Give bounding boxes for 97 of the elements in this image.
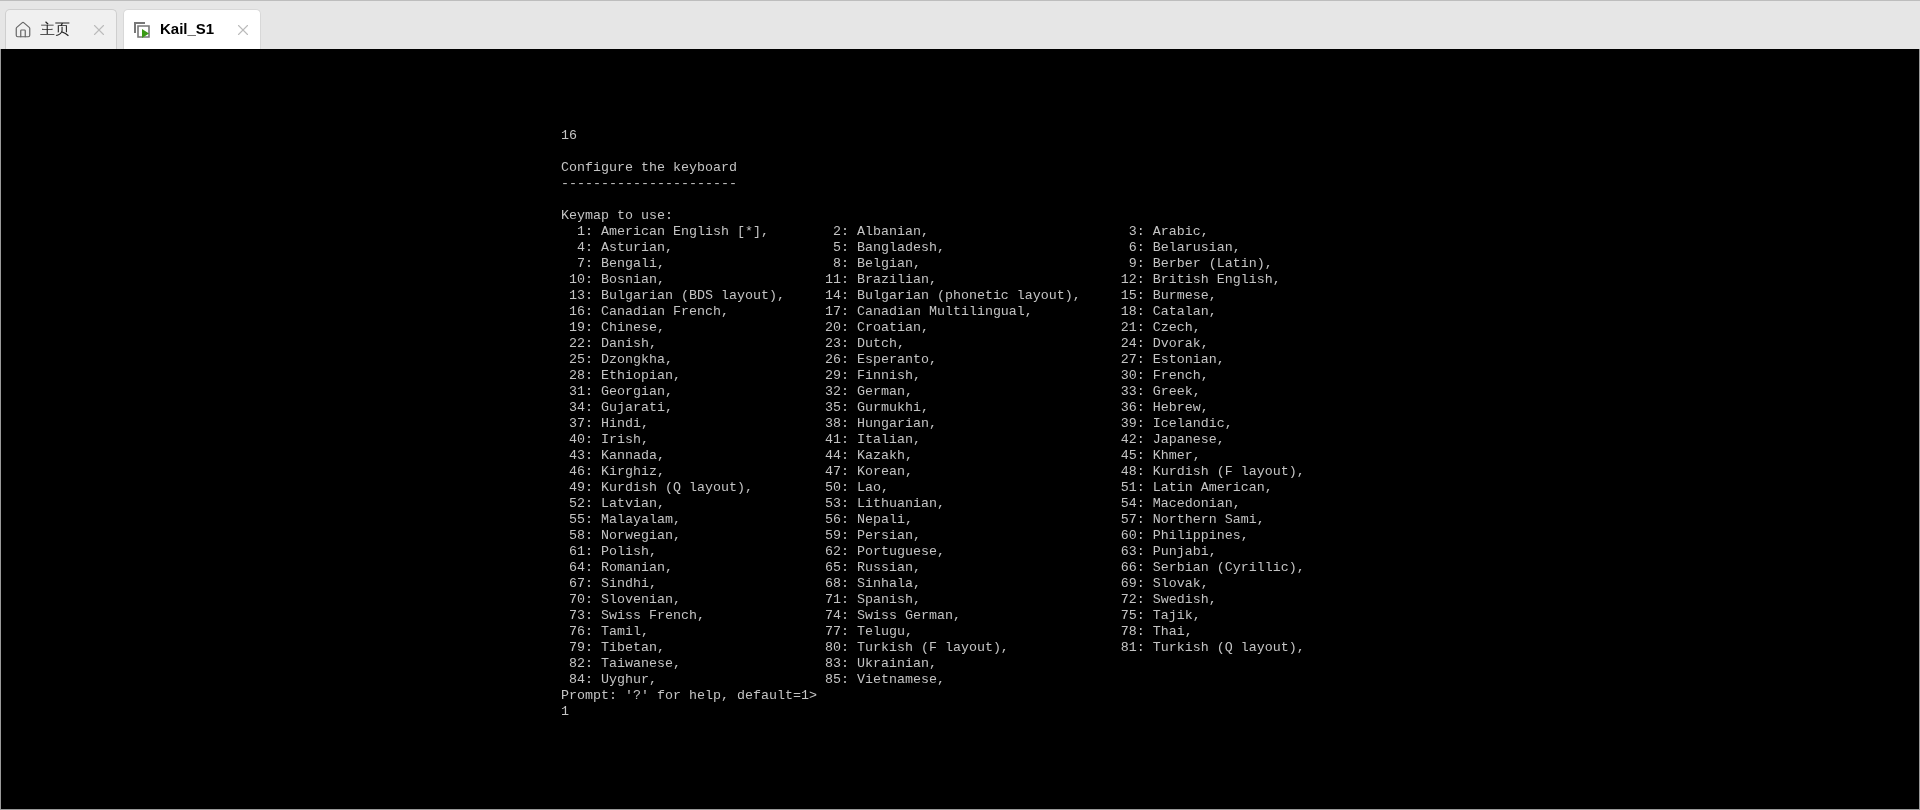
keymap-option: 18: Catalan, — [1112, 304, 1217, 320]
keymap-option: 52: Latvian, — [561, 496, 665, 512]
keymap-option: 59: Persian, — [816, 528, 921, 544]
keymap-option: 12: British English, — [1112, 272, 1281, 288]
keymap-option: 19: Chinese, — [561, 320, 665, 336]
keymap-option: 30: French, — [1112, 368, 1209, 384]
keymap-option: 84: Uyghur, — [561, 672, 657, 688]
keymap-option: 16: Canadian French, — [561, 304, 729, 320]
keymap-option: 27: Estonian, — [1112, 352, 1225, 368]
keymap-option: 5: Bangladesh, — [816, 240, 945, 256]
keymap-option: 68: Sinhala, — [816, 576, 921, 592]
keymap-option: 76: Tamil, — [561, 624, 649, 640]
keymap-option: 3: Arabic, — [1112, 224, 1209, 240]
keymap-option: 55: Malayalam, — [561, 512, 681, 528]
keymap-option: 62: Portuguese, — [816, 544, 945, 560]
keymap-option: 49: Kurdish (Q layout), — [561, 480, 753, 496]
keymap-option: 45: Khmer, — [1112, 448, 1201, 464]
keymap-option: 44: Kazakh, — [816, 448, 913, 464]
keymap-option: 32: German, — [816, 384, 913, 400]
keymap-option: 17: Canadian Multilingual, — [816, 304, 1033, 320]
keymap-option: 81: Turkish (Q layout), — [1112, 640, 1305, 656]
console-line: 16 — [561, 128, 577, 144]
keymap-option: 83: Ukrainian, — [816, 656, 937, 672]
keymap-option: 58: Norwegian, — [561, 528, 681, 544]
keymap-option: 33: Greek, — [1112, 384, 1201, 400]
keymap-option: 57: Northern Sami, — [1112, 512, 1265, 528]
keymap-option: 60: Philippines, — [1112, 528, 1249, 544]
keymap-option: 8: Belgian, — [816, 256, 921, 272]
keymap-option: 54: Macedonian, — [1112, 496, 1241, 512]
console-heading: Configure the keyboard — [561, 160, 737, 176]
keymap-option: 10: Bosnian, — [561, 272, 665, 288]
keymap-option: 72: Swedish, — [1112, 592, 1217, 608]
keymap-option: 15: Burmese, — [1112, 288, 1217, 304]
keymap-option: 53: Lithuanian, — [816, 496, 945, 512]
keymap-option: 80: Turkish (F layout), — [816, 640, 1009, 656]
keymap-option: 71: Spanish, — [816, 592, 921, 608]
keymap-option: 77: Telugu, — [816, 624, 913, 640]
tab[interactable]: Kail_S1 — [123, 9, 262, 49]
tab[interactable]: 主页 — [5, 9, 117, 49]
keymap-option: 28: Ethiopian, — [561, 368, 681, 384]
keymap-option: 6: Belarusian, — [1112, 240, 1241, 256]
keymap-option: 26: Esperanto, — [816, 352, 937, 368]
keymap-option: 35: Gurmukhi, — [816, 400, 929, 416]
tab-label: 主页 — [40, 19, 71, 40]
keymap-option: 34: Gujarati, — [561, 400, 673, 416]
keymap-option: 50: Lao, — [816, 480, 889, 496]
keymap-option: 70: Slovenian, — [561, 592, 681, 608]
keymap-option: 51: Latin American, — [1112, 480, 1273, 496]
keymap-option: 1: American English [*], — [561, 224, 769, 240]
keymap-option: 25: Dzongkha, — [561, 352, 673, 368]
keymap-option: 85: Vietnamese, — [816, 672, 945, 688]
keymap-option: 65: Russian, — [816, 560, 921, 576]
keymap-option: 22: Danish, — [561, 336, 657, 352]
keymap-option: 29: Finnish, — [816, 368, 921, 384]
tab-label: Kail_S1 — [160, 19, 216, 40]
keymap-option: 47: Korean, — [816, 464, 913, 480]
keymap-option: 66: Serbian (Cyrillic), — [1112, 560, 1305, 576]
keymap-option: 64: Romanian, — [561, 560, 673, 576]
keymap-option: 2: Albanian, — [816, 224, 929, 240]
keymap-option: 38: Hungarian, — [816, 416, 937, 432]
home-icon — [14, 20, 32, 39]
keymap-option: 74: Swiss German, — [816, 608, 961, 624]
keymap-option: 23: Dutch, — [816, 336, 905, 352]
typed-text: 1 — [561, 704, 569, 720]
keymap-option: 14: Bulgarian (phonetic layout), — [816, 288, 1081, 304]
keymap-option: 7: Bengali, — [561, 256, 665, 272]
keymap-option: 69: Slovak, — [1112, 576, 1209, 592]
keymap-option: 75: Tajik, — [1112, 608, 1201, 624]
keymap-option: 73: Swiss French, — [561, 608, 705, 624]
keymap-option: 48: Kurdish (F layout), — [1112, 464, 1305, 480]
keymap-option: 63: Punjabi, — [1112, 544, 1217, 560]
keymap-option: 79: Tibetan, — [561, 640, 665, 656]
keymap-option: 41: Italian, — [816, 432, 921, 448]
console-line: Keymap to use: — [561, 208, 673, 224]
keymap-option: 39: Icelandic, — [1112, 416, 1233, 432]
keymap-option: 9: Berber (Latin), — [1112, 256, 1273, 272]
virtual-machine-icon — [132, 19, 152, 40]
keymap-option: 56: Nepali, — [816, 512, 913, 528]
keymap-option: 46: Kirghiz, — [561, 464, 665, 480]
keymap-option: 4: Asturian, — [561, 240, 673, 256]
keymap-option: 67: Sindhi, — [561, 576, 657, 592]
console-prompt: Prompt: '?' for help, default=1> — [561, 688, 817, 704]
console-underline: ---------------------- — [561, 176, 737, 192]
keymap-option: 31: Georgian, — [561, 384, 673, 400]
keymap-option: 24: Dvorak, — [1112, 336, 1209, 352]
keymap-option: 42: Japanese, — [1112, 432, 1225, 448]
keymap-option: 82: Taiwanese, — [561, 656, 681, 672]
keymap-option: 21: Czech, — [1112, 320, 1201, 336]
keymap-option: 43: Kannada, — [561, 448, 665, 464]
keymap-option: 61: Polish, — [561, 544, 657, 560]
keymap-option: 11: Brazilian, — [816, 272, 937, 288]
keymap-option: 78: Thai, — [1112, 624, 1193, 640]
keymap-option: 37: Hindi, — [561, 416, 649, 432]
keymap-option: 40: Irish, — [561, 432, 649, 448]
keymap-option: 36: Hebrew, — [1112, 400, 1209, 416]
keymap-option: 20: Croatian, — [816, 320, 929, 336]
keymap-option: 13: Bulgarian (BDS layout), — [561, 288, 785, 304]
